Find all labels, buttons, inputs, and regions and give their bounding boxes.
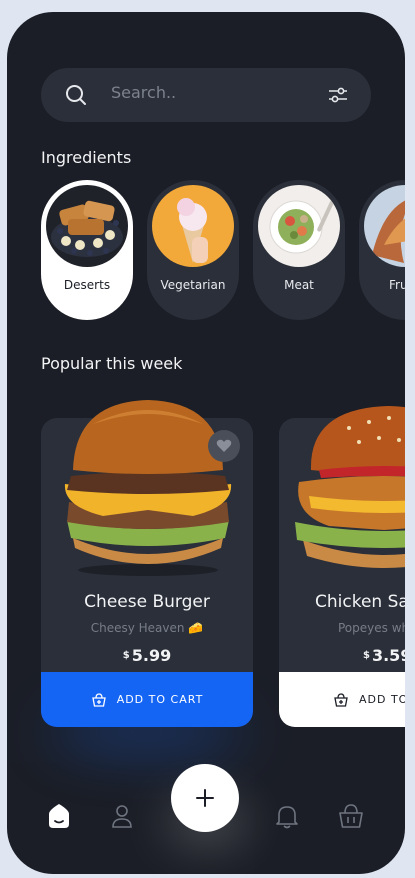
user-icon[interactable]	[108, 802, 136, 830]
search-bar[interactable]: Search..	[41, 68, 371, 122]
ingredient-label: Meat	[284, 278, 314, 292]
food-card-cheese-burger[interactable]: Cheese Burger Cheesy Heaven 🧀 $5.99 ADD …	[41, 400, 253, 727]
chicken-sandwich-image	[295, 406, 405, 568]
ingredient-label: Fru	[389, 278, 405, 292]
bell-icon[interactable]	[273, 802, 301, 830]
favorite-button[interactable]	[208, 430, 240, 462]
deserts-image	[46, 185, 128, 267]
ingredient-deserts[interactable]: Deserts	[41, 180, 133, 320]
ingredient-label: Deserts	[63, 278, 111, 292]
price-value: 3.59	[371, 646, 405, 665]
search-placeholder[interactable]: Search..	[111, 83, 176, 102]
heart-icon	[216, 439, 232, 452]
basket-icon	[91, 692, 106, 707]
ingredient-label: Vegetarian	[160, 278, 226, 292]
search-icon	[66, 85, 86, 105]
add-to-cart-button[interactable]: ADD TO	[279, 672, 405, 727]
add-button[interactable]	[171, 764, 239, 832]
app-screen: Search.. Ingredients Deserts Vegetarian …	[7, 12, 405, 874]
plus-icon	[196, 789, 214, 807]
ingredient-meat[interactable]: Meat	[253, 180, 345, 320]
ingredient-fruits[interactable]: Fru	[359, 180, 405, 320]
meat-image	[258, 185, 340, 267]
currency-symbol: $	[363, 650, 370, 661]
ingredients-title: Ingredients	[41, 148, 132, 167]
food-subtitle: Popeyes wh	[338, 621, 405, 635]
price-value: 5.99	[131, 646, 172, 665]
add-to-cart-button[interactable]: ADD TO CART	[41, 672, 253, 727]
home-icon[interactable]	[45, 802, 73, 830]
fruits-image	[364, 185, 405, 267]
food-subtitle: Cheesy Heaven 🧀	[90, 621, 204, 635]
food-card-chicken-sandwich[interactable]: Chicken San Popeyes wh $3.59 ADD TO	[279, 406, 405, 727]
ingredient-vegetarian[interactable]: Vegetarian	[147, 180, 239, 320]
cheese-burger-image	[64, 400, 232, 576]
food-price: $5.99	[41, 646, 253, 665]
food-name: Chicken San	[315, 592, 405, 612]
currency-symbol: $	[122, 650, 130, 661]
filter-icon[interactable]	[327, 85, 349, 105]
food-price: $3.59	[279, 646, 405, 665]
vegetarian-image	[152, 185, 234, 267]
popular-title: Popular this week	[41, 354, 183, 373]
add-to-cart-label: ADD TO	[359, 693, 405, 706]
basket-icon[interactable]	[337, 802, 365, 830]
food-name: Cheese Burger	[84, 592, 210, 612]
basket-icon	[334, 692, 348, 707]
add-to-cart-label: ADD TO CART	[116, 693, 204, 706]
